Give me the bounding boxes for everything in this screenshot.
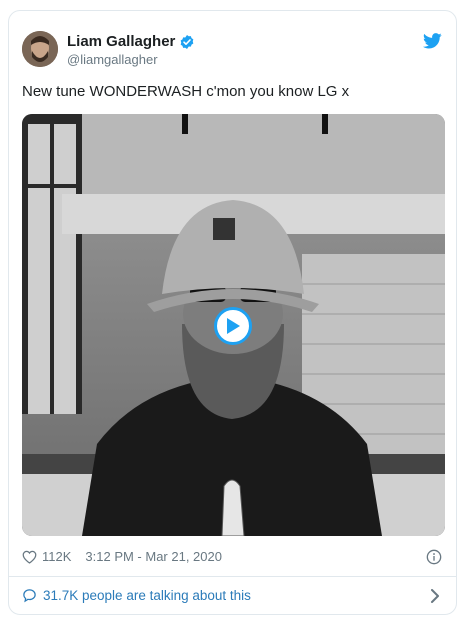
tweet-text: New tune WONDERWASH c'mon you know LG x: [22, 83, 350, 100]
talking-about-label[interactable]: 31.7K people are talking about this: [43, 588, 251, 603]
like-count[interactable]: 112K: [42, 549, 71, 564]
video-thumbnail[interactable]: [22, 114, 445, 536]
divider: [9, 576, 456, 577]
tweet-meta: 112K 3:12 PM - Mar 21, 2020: [22, 549, 222, 564]
twitter-bird-icon[interactable]: [423, 33, 442, 49]
avatar[interactable]: [22, 31, 58, 67]
chevron-right-icon[interactable]: [430, 589, 440, 603]
info-icon[interactable]: [426, 549, 442, 565]
speech-bubble-icon: [22, 588, 37, 603]
timestamp[interactable]: 3:12 PM - Mar 21, 2020: [85, 549, 222, 564]
tweet-card: Liam Gallagher @liamgallagher New tune W…: [8, 10, 457, 615]
verified-badge-icon: [179, 34, 195, 50]
talking-about-link[interactable]: 31.7K people are talking about this: [22, 588, 251, 603]
heart-icon[interactable]: [22, 550, 37, 564]
play-icon: [225, 317, 241, 335]
author-row: Liam Gallagher: [67, 33, 195, 50]
author-handle[interactable]: @liamgallagher: [67, 52, 158, 67]
play-button[interactable]: [214, 307, 252, 345]
author-name[interactable]: Liam Gallagher: [67, 33, 175, 50]
